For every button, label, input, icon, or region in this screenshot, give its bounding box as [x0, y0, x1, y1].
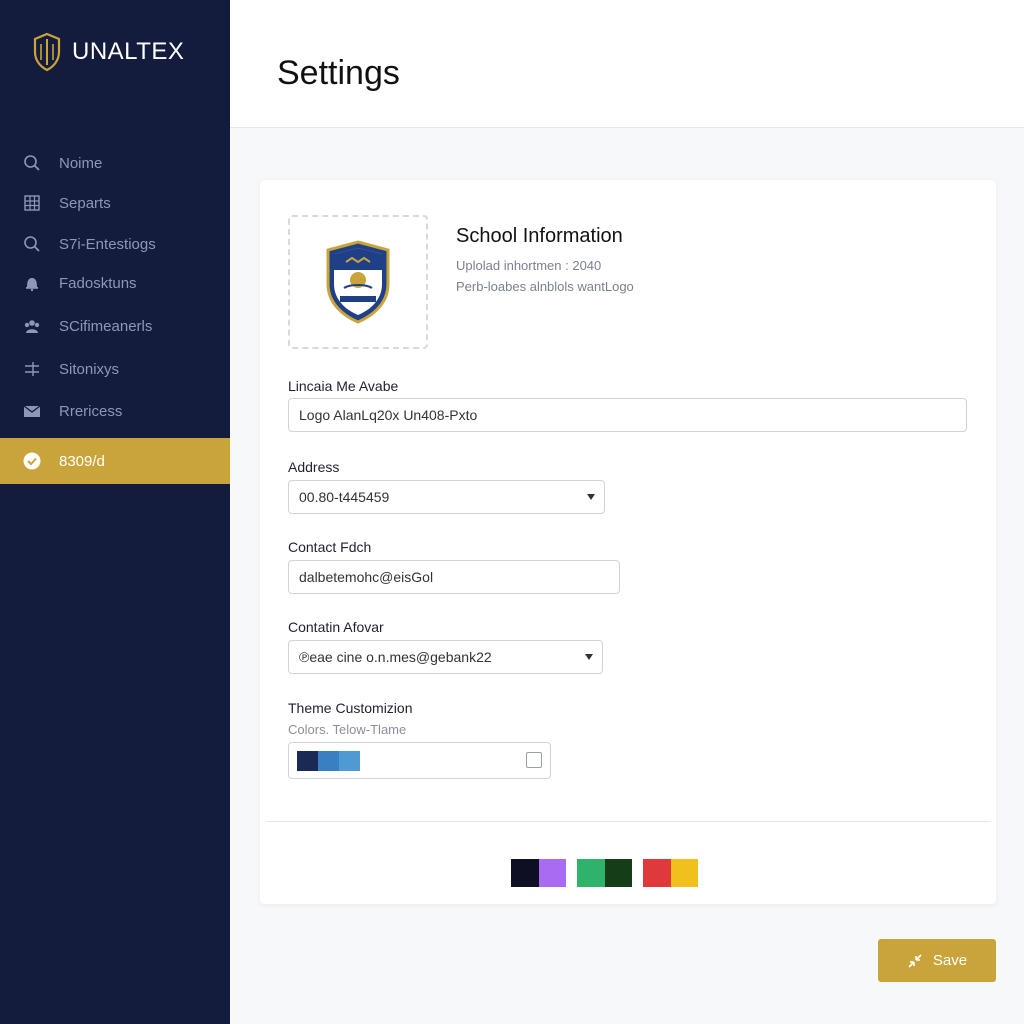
sidebar-item-label: Sitonixys [59, 360, 120, 378]
palette-swatch [538, 859, 566, 887]
collapse-arrows-icon [908, 953, 922, 968]
sidebar-item-label: Noime [59, 154, 103, 172]
theme-sublabel: Colors. Telow-Tlame [288, 722, 407, 737]
sidebar-item-label: 8309/d [59, 452, 105, 470]
section-subtitle: Perb-loabes alnblols wantLogo [456, 279, 634, 294]
contact-alt-select[interactable]: ℗eae cine o.n.mes@gebank22 [288, 640, 603, 674]
search-icon [22, 153, 42, 173]
address-select-value: 00.80-t445459 [288, 480, 605, 514]
sidebar-item-separts[interactable]: Separts [0, 180, 230, 226]
section-subtitle: Uplolad inhortmen : 2040 [456, 258, 602, 273]
palette-option-green[interactable] [577, 859, 632, 887]
palette-options [511, 859, 698, 887]
sidebar-item-active[interactable]: 8309/d [0, 438, 230, 484]
theme-label: Theme Customizion [288, 700, 413, 716]
school-settings-card: School Information Uplolad inhortmen : 2… [260, 180, 996, 904]
brand-name: UNALTEX [72, 38, 185, 65]
chevron-down-icon [585, 654, 593, 660]
sidebar-item-scifimeanerls[interactable]: SCifimeanerls [0, 303, 230, 349]
school-name-input[interactable] [288, 398, 967, 432]
brand-logo[interactable]: UNALTEX [32, 32, 184, 72]
contact-alt-select-value: ℗eae cine o.n.mes@gebank22 [288, 640, 603, 674]
address-label: Address [288, 459, 340, 475]
logo-upload-area[interactable] [288, 215, 428, 349]
contact-label: Contact Fdch [288, 539, 372, 555]
shield-logo-icon [33, 32, 61, 72]
grid-icon [22, 193, 42, 213]
sidebar-item-label: S7i-Entestiogs [59, 235, 156, 253]
palette-swatch [577, 859, 605, 887]
sidebar-item-label: Separts [59, 194, 111, 212]
palette-option-purple[interactable] [511, 859, 566, 887]
school-crest-icon [326, 240, 390, 324]
school-name-label: Lincaia Me Avabe [288, 378, 399, 394]
selected-theme-swatches [297, 751, 360, 771]
check-circle-icon [22, 451, 42, 471]
contact-input[interactable] [288, 560, 620, 594]
card-divider [266, 821, 991, 822]
theme-swatch [297, 751, 318, 771]
sidebar-item-label: Fadosktuns [59, 274, 137, 292]
theme-swatch [318, 751, 339, 771]
bell-icon [22, 273, 42, 293]
address-select[interactable]: 00.80-t445459 [288, 480, 605, 514]
theme-color-picker[interactable] [288, 742, 551, 779]
palette-swatch [643, 859, 671, 887]
palette-swatch [604, 859, 632, 887]
mail-icon [22, 401, 42, 421]
contact-alt-label: Contatin Afovar [288, 619, 384, 635]
users-icon [22, 316, 42, 336]
search-icon [22, 234, 42, 254]
save-button[interactable]: Save [878, 939, 996, 982]
palette-option-red-yellow[interactable] [643, 859, 698, 887]
palette-swatch [670, 859, 698, 887]
section-title: School Information [456, 225, 623, 247]
page-title: Settings [277, 54, 400, 92]
save-button-label: Save [932, 952, 968, 969]
theme-swatch [339, 751, 360, 771]
sliders-icon [22, 359, 42, 379]
theme-checkbox[interactable] [526, 752, 542, 768]
sidebar: UNALTEX Noime Separts S7i-Entestiogs Fad… [0, 0, 230, 1024]
sidebar-item-fadosktuns[interactable]: Fadosktuns [0, 260, 230, 306]
sidebar-item-rrericess[interactable]: Rrericess [0, 388, 230, 434]
chevron-down-icon [587, 494, 595, 500]
sidebar-item-label: Rrericess [59, 402, 123, 420]
sidebar-item-label: SCifimeanerls [59, 317, 153, 335]
sidebar-item-sitonixys[interactable]: Sitonixys [0, 346, 230, 392]
page-header: Settings [230, 0, 1024, 128]
palette-swatch [511, 859, 539, 887]
